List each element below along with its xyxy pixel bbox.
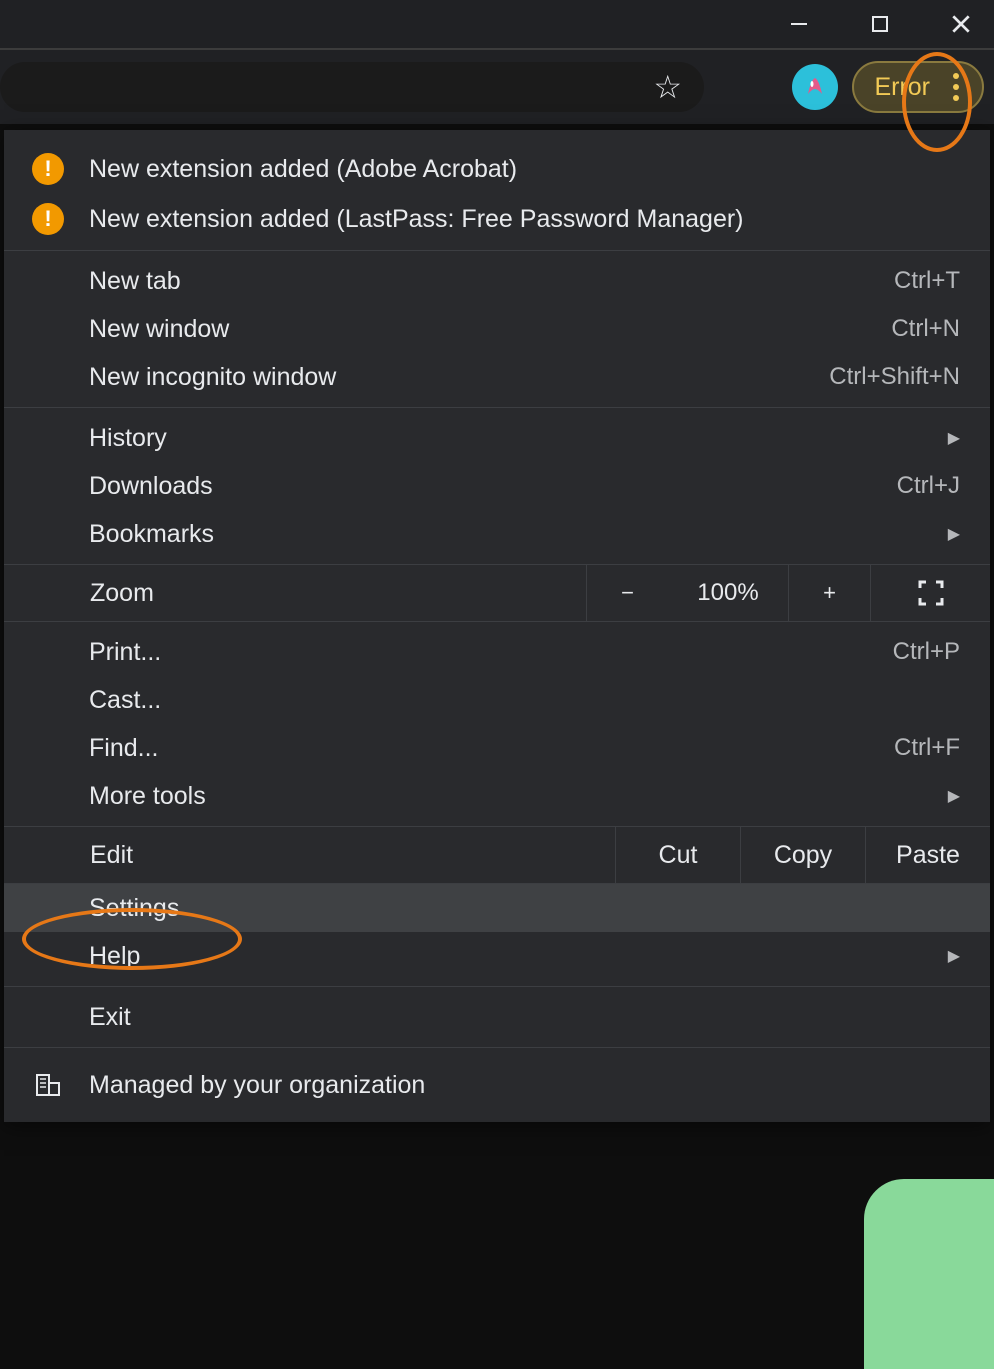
edit-copy-button[interactable]: Copy: [740, 827, 865, 883]
kebab-menu-button[interactable]: [934, 65, 978, 109]
menu-shortcut: Ctrl+J: [897, 472, 960, 500]
menu-label: Help: [89, 942, 948, 971]
zoom-out-button[interactable]: −: [586, 565, 668, 621]
menu-shortcut: Ctrl+P: [893, 638, 960, 666]
menu-label: New incognito window: [89, 363, 829, 392]
menu-item-new-incognito[interactable]: New incognito window Ctrl+Shift+N: [4, 353, 990, 401]
menu-label: Bookmarks: [89, 520, 948, 549]
browser-menu-dropdown: ! New extension added (Adobe Acrobat) ! …: [4, 130, 990, 1122]
close-button[interactable]: [938, 1, 984, 47]
menu-label: Print...: [89, 638, 893, 667]
browser-toolbar: ☆ Error: [0, 48, 994, 124]
menu-label: History: [89, 424, 948, 453]
menu-label: Cast...: [89, 686, 960, 715]
menu-shortcut: Ctrl+N: [891, 315, 960, 343]
chevron-right-icon: ▶: [948, 946, 960, 966]
menu-label: New window: [89, 315, 891, 344]
fullscreen-button[interactable]: [870, 565, 990, 621]
chevron-right-icon: ▶: [948, 428, 960, 448]
menu-label: More tools: [89, 782, 948, 811]
edit-cut-button[interactable]: Cut: [615, 827, 740, 883]
edit-label: Edit: [4, 841, 615, 870]
profile-avatar[interactable]: [792, 64, 838, 110]
menu-shortcut: Ctrl+T: [894, 267, 960, 295]
menu-item-new-tab[interactable]: New tab Ctrl+T: [4, 257, 990, 305]
menu-label: Settings: [89, 894, 960, 923]
menu-label: Downloads: [89, 472, 897, 501]
menu-shortcut: Ctrl+Shift+N: [829, 363, 960, 391]
menu-item-managed[interactable]: Managed by your organization: [4, 1054, 990, 1116]
avatar-icon: [800, 72, 830, 102]
menu-label: Exit: [89, 1003, 960, 1032]
menu-item-downloads[interactable]: Downloads Ctrl+J: [4, 462, 990, 510]
menu-label: Find...: [89, 734, 894, 763]
chevron-right-icon: ▶: [948, 786, 960, 806]
menu-separator: [4, 1047, 990, 1048]
maximize-button[interactable]: [857, 1, 903, 47]
warning-icon: !: [32, 153, 64, 185]
menu-item-more-tools[interactable]: More tools ▶: [4, 772, 990, 820]
menu-separator: [4, 250, 990, 251]
fullscreen-icon: [917, 579, 945, 607]
error-label: Error: [874, 73, 930, 102]
menu-item-new-window[interactable]: New window Ctrl+N: [4, 305, 990, 353]
menu-label: Managed by your organization: [89, 1071, 960, 1100]
menu-item-find[interactable]: Find... Ctrl+F: [4, 724, 990, 772]
zoom-in-button[interactable]: +: [788, 565, 870, 621]
zoom-value: 100%: [668, 565, 788, 621]
window-title-bar: [0, 0, 994, 48]
menu-item-settings[interactable]: Settings: [4, 884, 990, 932]
notification-extension-acrobat[interactable]: ! New extension added (Adobe Acrobat): [4, 144, 990, 194]
error-indicator[interactable]: Error: [852, 61, 984, 113]
notification-label: New extension added (Adobe Acrobat): [89, 155, 960, 184]
chevron-right-icon: ▶: [948, 524, 960, 544]
menu-item-bookmarks[interactable]: Bookmarks ▶: [4, 510, 990, 558]
menu-item-cast[interactable]: Cast...: [4, 676, 990, 724]
menu-item-edit: Edit Cut Copy Paste: [4, 826, 990, 884]
notification-label: New extension added (LastPass: Free Pass…: [89, 205, 960, 234]
address-bar[interactable]: ☆: [0, 62, 704, 112]
minimize-button[interactable]: [776, 1, 822, 47]
bookmark-star-icon[interactable]: ☆: [653, 68, 682, 106]
edit-paste-button[interactable]: Paste: [865, 827, 990, 883]
menu-separator: [4, 986, 990, 987]
menu-item-exit[interactable]: Exit: [4, 993, 990, 1041]
menu-item-history[interactable]: History ▶: [4, 414, 990, 462]
zoom-label: Zoom: [4, 579, 586, 608]
organization-icon: [34, 1071, 62, 1099]
menu-separator: [4, 407, 990, 408]
warning-icon: !: [32, 203, 64, 235]
notification-extension-lastpass[interactable]: ! New extension added (LastPass: Free Pa…: [4, 194, 990, 244]
menu-shortcut: Ctrl+F: [894, 734, 960, 762]
decorative-shape: [864, 1179, 994, 1369]
menu-label: New tab: [89, 267, 894, 296]
menu-item-help[interactable]: Help ▶: [4, 932, 990, 980]
menu-item-zoom: Zoom − 100% +: [4, 564, 990, 622]
menu-item-print[interactable]: Print... Ctrl+P: [4, 628, 990, 676]
